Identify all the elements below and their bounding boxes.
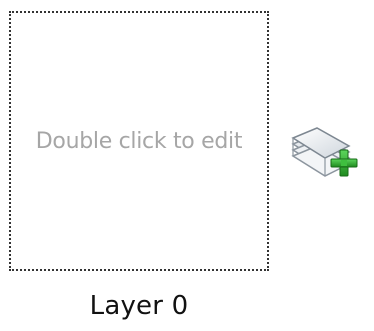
add-layer-button[interactable]: [287, 116, 367, 186]
layer-thumbnail[interactable]: Double click to edit: [9, 11, 269, 271]
layer-panel: Double click to edit Layer 0: [0, 0, 374, 331]
layer-placeholder-text: Double click to edit: [35, 128, 243, 154]
layer-name-label: Layer 0: [89, 291, 189, 321]
add-layer-icon: [291, 127, 358, 177]
